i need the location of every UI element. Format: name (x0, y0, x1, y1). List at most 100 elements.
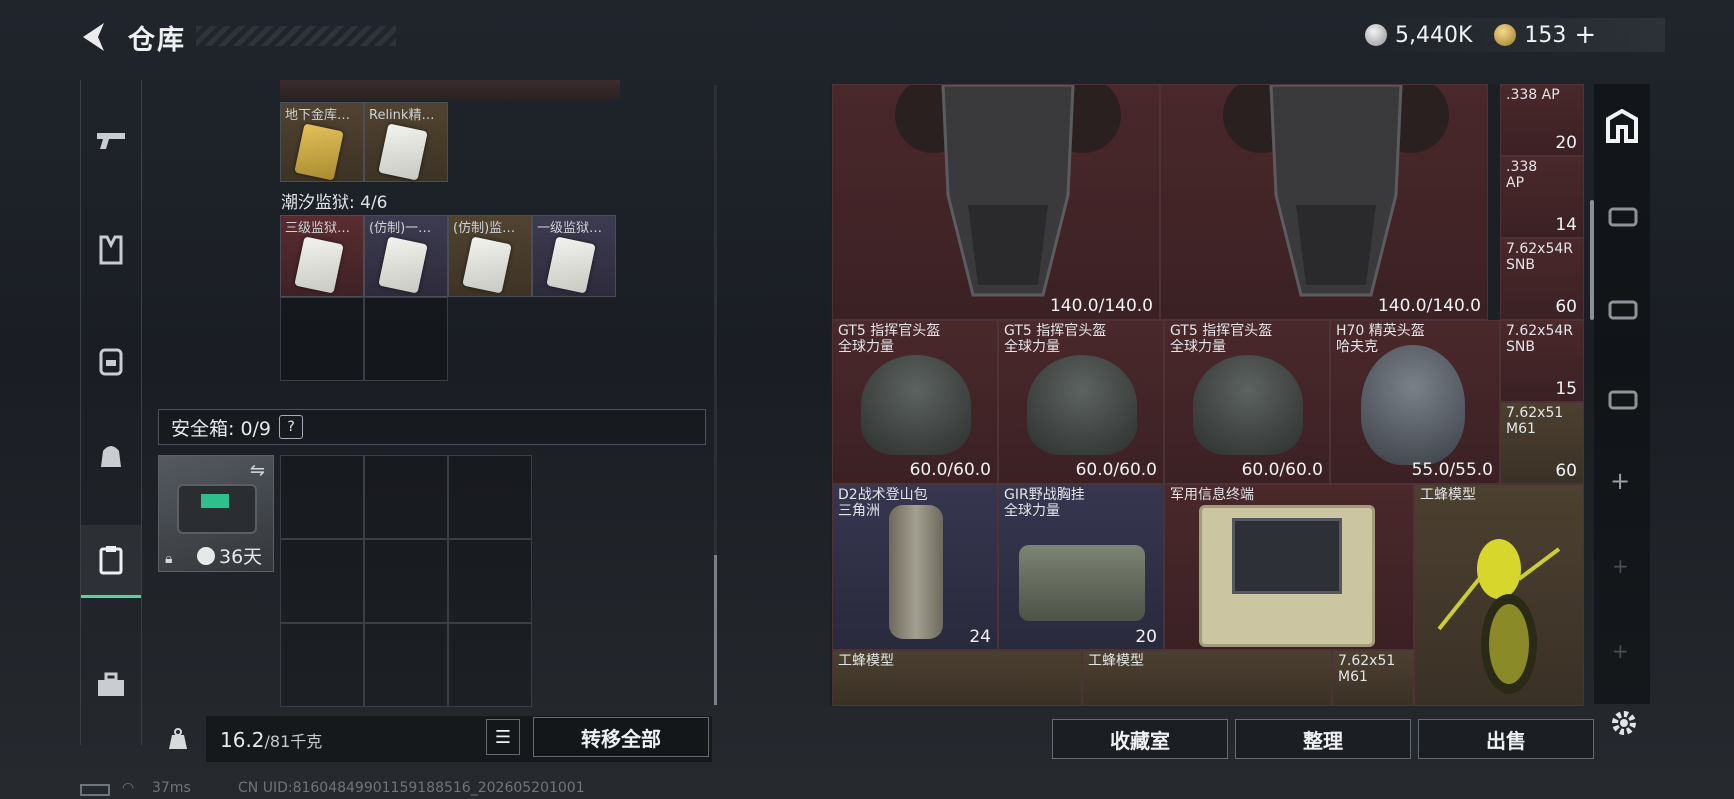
chest-rig-item[interactable]: GIR野战胸挂 全球力量 20 (998, 484, 1164, 650)
backpack-image (889, 505, 943, 639)
stash-tab-2[interactable] (1606, 199, 1640, 229)
helmet-name: GT5 指挥官头盔 全球力量 (1004, 323, 1107, 355)
keycard-vault[interactable]: 地下金库… (280, 102, 364, 182)
stash-tab-4[interactable] (1606, 382, 1640, 412)
safebox-image (177, 484, 257, 534)
safebox-item[interactable]: ⇋ 🔒︎ 36天 (158, 455, 274, 572)
keycard-prison-copy-2[interactable]: (仿制)监… (448, 215, 532, 297)
page-title: 仓库 (128, 25, 186, 56)
gold-amount: 153 (1524, 22, 1567, 48)
wasp-name: 工蜂模型 (1420, 487, 1476, 503)
ammo-item[interactable]: .338 AP 20 (1500, 84, 1584, 156)
gold-coin-icon (1494, 24, 1517, 46)
add-tab-button[interactable]: + (1610, 467, 1630, 495)
rail-safebox[interactable] (81, 525, 141, 598)
settings-icon[interactable] (1609, 708, 1639, 738)
rail-vest[interactable] (81, 215, 141, 285)
toolbox-icon (98, 672, 124, 696)
ammo-item[interactable]: 7.62x51 M61 60 (1500, 402, 1584, 484)
home-icon (1606, 108, 1638, 143)
empty-slot[interactable] (448, 623, 532, 707)
empty-slot[interactable] (280, 623, 364, 707)
rail-backpack[interactable] (81, 325, 141, 395)
transfer-all-button[interactable]: 转移全部 (533, 717, 709, 757)
empty-slot[interactable] (280, 539, 364, 623)
keycard-prison-3[interactable]: 三级监狱… (280, 215, 364, 297)
stash-tab-3[interactable] (1606, 292, 1640, 322)
backpack-item[interactable]: D2战术登山包 三角洲 24 (832, 484, 998, 650)
chest-rig-image (1019, 545, 1145, 621)
stash-main-tab[interactable] (1604, 108, 1640, 143)
container-icon (1608, 300, 1638, 320)
ammo-item[interactable]: 7.62x54R SNB 15 (1500, 320, 1584, 402)
ammo-count: 15 (1555, 379, 1577, 399)
help-button[interactable]: ? (279, 415, 304, 439)
armor-item[interactable]: 140.0/140.0 (832, 84, 1160, 320)
empty-slot[interactable] (364, 455, 448, 539)
add-tab-disabled: + (1612, 639, 1629, 663)
keycard-image (294, 123, 344, 181)
empty-slot[interactable] (448, 539, 532, 623)
keycard-image (378, 236, 428, 294)
helmet-image (1361, 345, 1465, 465)
safebox-grid (280, 455, 532, 707)
ammo-name: .338 AP (1506, 87, 1560, 103)
silver-coin-icon (1365, 24, 1387, 46)
helmet-item[interactable]: GT5 指挥官头盔 全球力量 60.0/60.0 (1164, 320, 1330, 484)
ammo-item[interactable]: 7.62x51 M61 (1332, 650, 1414, 706)
armor-item[interactable]: 140.0/140.0 (1160, 84, 1488, 320)
vest-icon (99, 235, 123, 265)
empty-slot[interactable] (364, 623, 448, 707)
silver-amount: 5,440K (1395, 22, 1473, 48)
empty-slot[interactable] (280, 455, 364, 539)
helmet-image (861, 355, 971, 455)
collection-room-button[interactable]: 收藏室 (1052, 719, 1228, 759)
item-label: (仿制)监… (453, 221, 516, 236)
helmet-item[interactable]: H70 精英头盔 哈夫克 55.0/55.0 (1330, 320, 1500, 484)
sort-button[interactable]: 整理 (1235, 719, 1411, 759)
add-tab-disabled: + (1612, 554, 1629, 578)
clipboard-icon (99, 546, 123, 575)
wasp-model-item[interactable]: 工蜂模型 (1414, 484, 1584, 706)
empty-slot[interactable] (280, 297, 364, 381)
wasp-name: 工蜂模型 (838, 653, 894, 669)
wasp-model-item[interactable]: 工蜂模型 (1082, 650, 1332, 706)
sell-button[interactable]: 出售 (1418, 719, 1594, 759)
add-currency-button[interactable]: + (1574, 20, 1596, 50)
wasp-model-item[interactable]: 工蜂模型 (832, 650, 1082, 706)
stash-grid: 140.0/140.0 140.0/140.0 .338 AP 20 .338 … (830, 84, 1584, 706)
empty-slot[interactable] (364, 297, 448, 381)
rail-weapons[interactable] (81, 105, 141, 175)
backpack-icon (99, 348, 123, 376)
terminal-item[interactable]: 军用信息终端 (1164, 484, 1414, 650)
helmet-durability: 60.0/60.0 (909, 460, 991, 480)
rail-pouch[interactable] (81, 420, 141, 490)
back-icon[interactable] (78, 20, 108, 54)
category-rail (80, 80, 142, 745)
wasp-image (1437, 539, 1561, 694)
safebox-label: 安全箱: 0/9 (171, 417, 272, 440)
ammo-name: 7.62x51 M61 (1338, 653, 1396, 685)
helmet-item[interactable]: GT5 指挥官头盔 全球力量 60.0/60.0 (832, 320, 998, 484)
safebox-header: 安全箱: 0/9 ? (158, 409, 706, 445)
item-label: 一级监狱… (537, 221, 603, 236)
stash-tab-rail: + + + (1594, 84, 1650, 704)
empty-slot[interactable] (448, 455, 532, 539)
helmet-item[interactable]: GT5 指挥官头盔 全球力量 60.0/60.0 (998, 320, 1164, 484)
keycard-image (294, 236, 344, 294)
keycard-image (546, 236, 596, 294)
keycard-prison-1[interactable]: 一级监狱… (532, 215, 616, 297)
rail-toolbox[interactable] (81, 650, 141, 720)
ammo-count: 20 (1555, 133, 1577, 153)
left-scrollbar[interactable] (714, 85, 717, 705)
empty-slot[interactable] (364, 539, 448, 623)
swap-icon[interactable]: ⇋ (250, 460, 265, 481)
keycard-prison-copy-1[interactable]: (仿制)一… (364, 215, 448, 297)
bag-capacity: 20 (1135, 627, 1157, 647)
keycard-relink[interactable]: Relink精… (364, 102, 448, 182)
ammo-item[interactable]: .338 AP 14 (1500, 156, 1584, 238)
list-view-button[interactable]: ☰ (486, 719, 520, 755)
armor-vest-image (895, 85, 1121, 297)
uid-text: CN UID:8160484990115918851​6_20260520100… (238, 780, 585, 796)
ammo-item[interactable]: 7.62x54R SNB 60 (1500, 238, 1584, 320)
